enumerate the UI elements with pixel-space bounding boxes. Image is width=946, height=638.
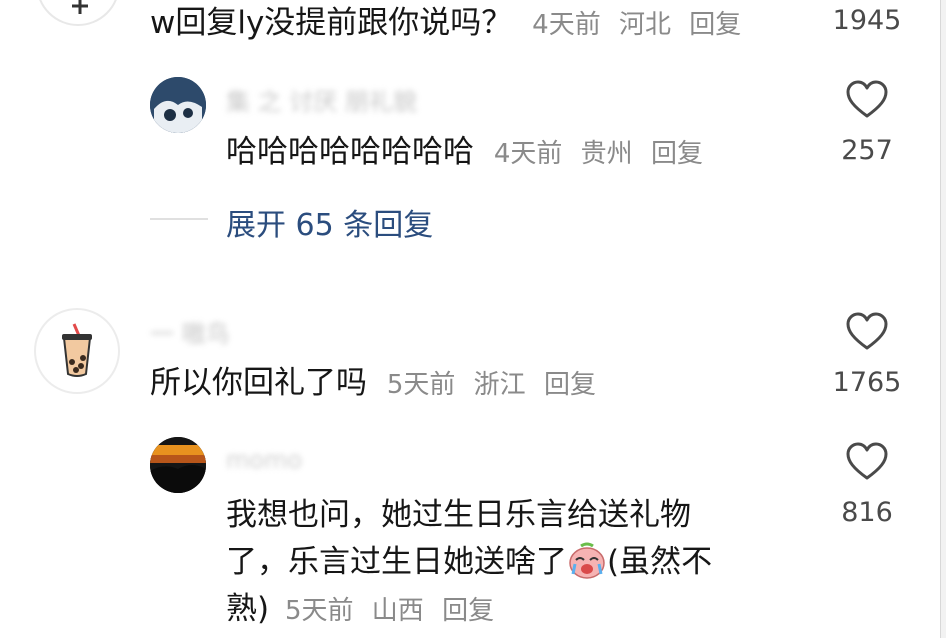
scrollbar[interactable]	[940, 0, 946, 638]
avatar[interactable]	[36, 0, 120, 26]
comment-body: 熟)	[226, 591, 270, 627]
avatar[interactable]	[150, 77, 206, 133]
comment-body-line: 我想也问，她过生日乐言给送礼物	[226, 497, 691, 533]
comment-time: 5天前	[386, 370, 456, 400]
comment-time: 5天前	[284, 596, 354, 626]
comment-body-line: 了，乐言过生日她送啥了 (虽然不	[226, 539, 786, 586]
comment-time: 4天前	[532, 10, 601, 40]
comment-text: 我想也问，她过生日乐言给送礼物 了，乐言过生日她送啥了 (虽然不 熟) 5天前 …	[226, 492, 786, 635]
comment-text: 哈哈哈哈哈哈哈哈 4天前 贵州 回复	[226, 132, 713, 174]
like-count: 816	[841, 497, 893, 528]
comment-meta: 5天前 浙江 回复	[387, 370, 606, 400]
like-column: 257	[827, 80, 907, 168]
comment-body: 所以你回礼了吗	[150, 365, 367, 401]
comment-location: 浙江	[473, 370, 526, 400]
avatar[interactable]	[150, 437, 206, 493]
bubble-tea-icon	[62, 323, 92, 377]
avatar[interactable]	[34, 308, 120, 394]
comment-body: w回复ly没提前跟你说吗？	[150, 5, 513, 41]
reply-button[interactable]: 回复	[544, 370, 596, 400]
heart-icon[interactable]	[845, 442, 889, 482]
expand-divider	[150, 218, 208, 220]
expand-replies-button[interactable]: 展开 65 条回复	[226, 200, 433, 244]
like-count: 257	[841, 135, 893, 166]
comment-body-line: 熟) 5天前 山西 回复	[226, 586, 786, 635]
reply-button[interactable]: 回复	[689, 10, 741, 40]
like-column: 1945	[827, 4, 907, 38]
comment-text: w回复ly没提前跟你说吗？ 4天前 河北 回复	[150, 3, 751, 45]
username[interactable]: 一 嗷鸟	[150, 314, 230, 349]
comment-location: 贵州	[580, 139, 633, 169]
reply-button[interactable]: 回复	[651, 139, 703, 169]
comment-body: (虽然不	[607, 544, 713, 580]
avatar-glyph	[72, 0, 88, 14]
heart-icon[interactable]	[845, 312, 889, 352]
comment-meta: 4天前 河北 回复	[532, 10, 751, 40]
like-column: 816	[827, 442, 907, 530]
crying-emoji-icon	[569, 542, 605, 579]
comment-time: 4天前	[493, 139, 563, 169]
heart-icon[interactable]	[845, 80, 889, 120]
avatar-image	[150, 77, 206, 133]
reply-button[interactable]: 回复	[442, 596, 494, 626]
comment-meta: 5天前 山西 回复	[285, 596, 504, 626]
like-count: 1765	[832, 367, 902, 398]
comment-text: 所以你回礼了吗 5天前 浙江 回复	[150, 363, 606, 405]
comment-body: 了，乐言过生日她送啥了	[226, 544, 567, 580]
comment-location: 山西	[371, 596, 424, 626]
comment-location: 河北	[618, 10, 671, 40]
like-count: 1945	[832, 5, 902, 36]
username[interactable]: 集 之 讨厌 朋礼貌	[226, 82, 417, 117]
username[interactable]: momo	[226, 446, 302, 474]
comment-meta: 4天前 贵州 回复	[494, 139, 713, 169]
avatar-image	[150, 437, 206, 493]
like-column: 1765	[827, 312, 907, 400]
comment-body: 哈哈哈哈哈哈哈哈	[226, 134, 474, 170]
